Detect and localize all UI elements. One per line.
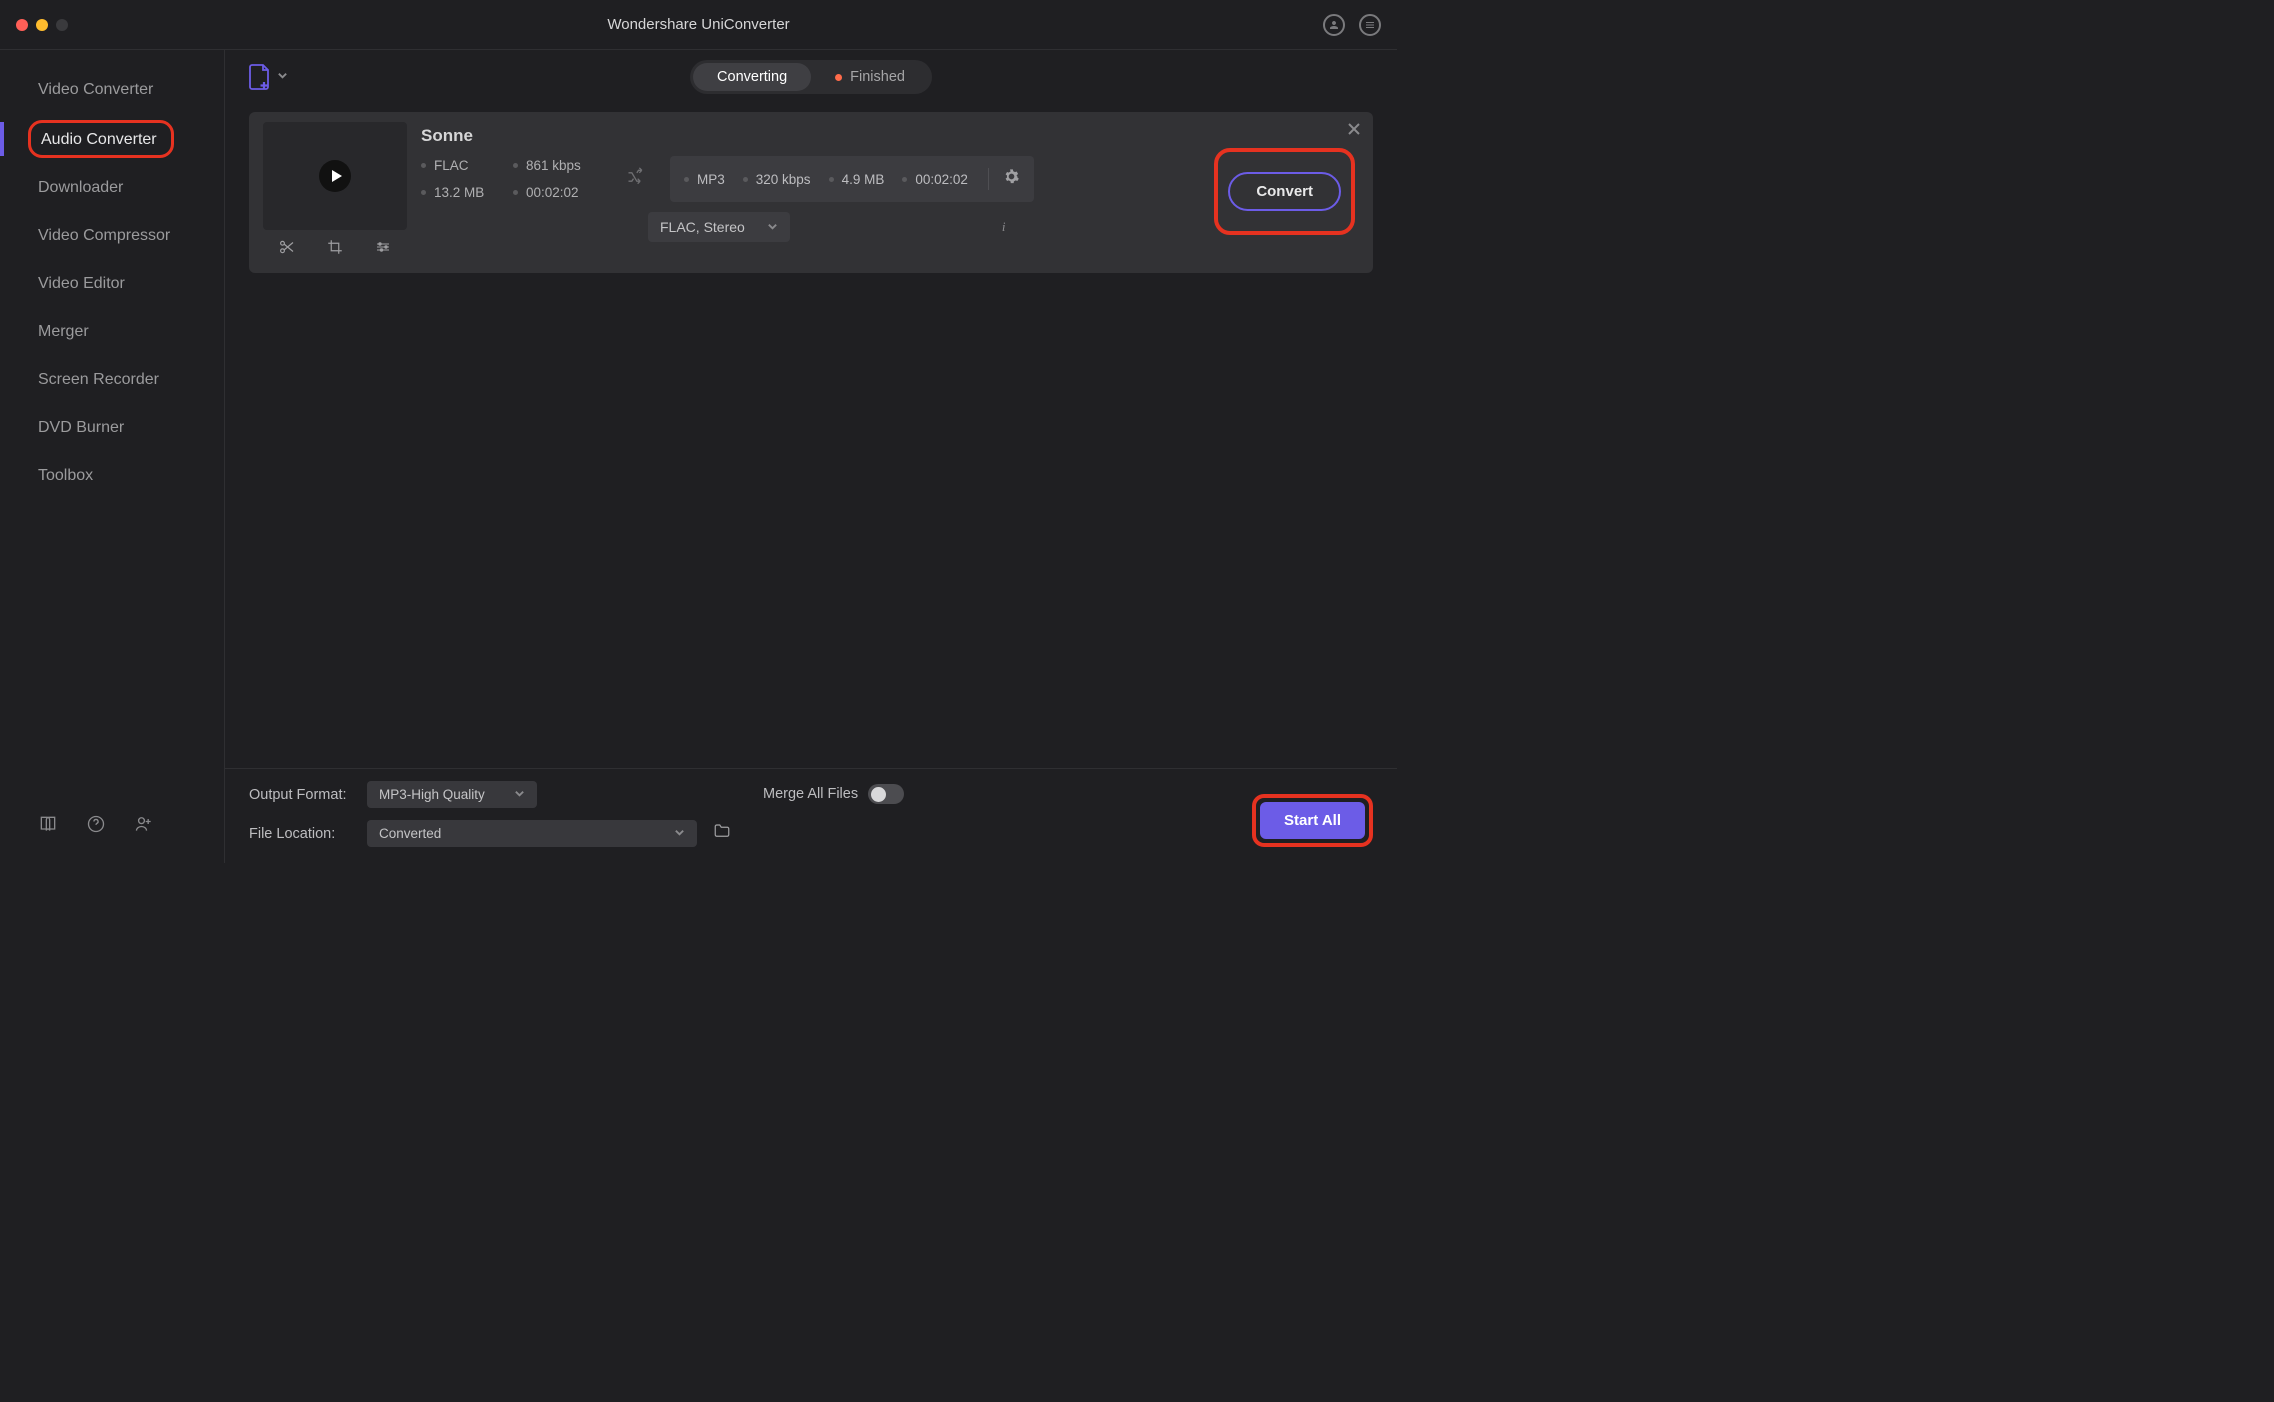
file-title: Sonne [421,126,1200,146]
user-account-icon[interactable] [1323,14,1345,36]
sidebar-item-label: Merger [38,323,89,340]
sidebar-item-video-converter[interactable]: Video Converter [0,66,224,114]
chevron-down-icon [277,68,288,86]
sidebar: Video Converter Audio Converter Download… [0,50,225,863]
src-size: 13.2 MB [434,185,484,200]
sidebar-item-screen-recorder[interactable]: Screen Recorder [0,356,224,404]
sidebar-item-video-editor[interactable]: Video Editor [0,260,224,308]
crop-icon[interactable] [326,238,344,261]
sidebar-item-label: DVD Burner [38,419,124,436]
dst-size: 4.9 MB [842,172,885,187]
src-duration: 00:02:02 [526,185,579,200]
sidebar-item-toolbox[interactable]: Toolbox [0,452,224,500]
help-icon[interactable] [86,814,106,839]
highlight-convert: Convert [1214,148,1355,235]
dst-duration: 00:02:02 [915,172,968,187]
effects-icon[interactable] [374,238,392,261]
main-panel: Converting Finished Son [225,50,1397,863]
trim-icon[interactable] [278,238,296,261]
sidebar-item-merger[interactable]: Merger [0,308,224,356]
titlebar: Wondershare UniConverter [0,0,1397,50]
app-title: Wondershare UniConverter [607,16,789,33]
close-window-button[interactable] [16,19,28,31]
highlight-start-all: Start All [1252,794,1373,847]
minimize-window-button[interactable] [36,19,48,31]
file-location-select[interactable]: Converted [367,820,697,847]
src-format: FLAC [434,158,469,173]
sidebar-item-label: Video Converter [38,81,153,98]
bottom-bar: Output Format: MP3-High Quality File Loc… [225,768,1397,863]
start-all-button[interactable]: Start All [1260,802,1365,839]
open-folder-icon[interactable] [713,822,731,845]
sidebar-item-dvd-burner[interactable]: DVD Burner [0,404,224,452]
file-thumbnail[interactable] [263,122,407,230]
sidebar-item-label: Audio Converter [41,131,157,148]
dst-bitrate: 320 kbps [756,172,811,187]
close-icon[interactable] [1347,122,1361,141]
file-location-label: File Location: [249,826,357,842]
chevron-down-icon [674,826,685,841]
finished-indicator-dot [835,74,842,81]
highlight-audio-converter: Audio Converter [28,120,174,158]
convert-arrow-icon [626,167,646,192]
dst-format: MP3 [697,172,725,187]
play-icon [319,160,351,192]
output-format-label: Output Format: [249,787,357,803]
tab-converting[interactable]: Converting [693,63,811,91]
convert-button[interactable]: Convert [1228,172,1341,211]
invite-icon[interactable] [134,814,154,839]
sidebar-item-label: Screen Recorder [38,371,159,388]
sidebar-item-label: Video Editor [38,275,125,292]
destination-meta: MP3 320 kbps 4.9 MB 00:02:02 [670,156,1034,202]
tab-segment: Converting Finished [690,60,932,94]
info-icon[interactable]: i [1002,219,1006,235]
sidebar-item-label: Downloader [38,179,123,196]
gear-icon[interactable] [988,168,1020,190]
tab-finished[interactable]: Finished [811,63,929,91]
output-format-select[interactable]: MP3-High Quality [367,781,537,808]
chevron-down-icon [767,219,778,235]
sidebar-item-label: Toolbox [38,467,93,484]
maximize-window-button[interactable] [56,19,68,31]
format-select[interactable]: FLAC, Stereo [648,212,790,242]
sidebar-item-video-compressor[interactable]: Video Compressor [0,212,224,260]
merge-toggle[interactable] [868,784,904,804]
window-controls [16,19,68,31]
book-icon[interactable] [38,814,58,839]
merge-label: Merge All Files [763,786,858,802]
src-bitrate: 861 kbps [526,158,581,173]
add-file-icon [249,64,271,90]
chevron-down-icon [514,787,525,802]
file-card: Sonne FLAC 861 kbps 13.2 MB 00:02:02 MP3… [249,112,1373,273]
source-meta: FLAC 861 kbps 13.2 MB 00:02:02 [421,158,606,200]
add-file-button[interactable] [249,64,288,90]
sidebar-item-audio-converter[interactable]: Audio Converter [0,114,224,164]
sidebar-item-downloader[interactable]: Downloader [0,164,224,212]
menu-icon[interactable] [1359,14,1381,36]
sidebar-item-label: Video Compressor [38,227,170,244]
